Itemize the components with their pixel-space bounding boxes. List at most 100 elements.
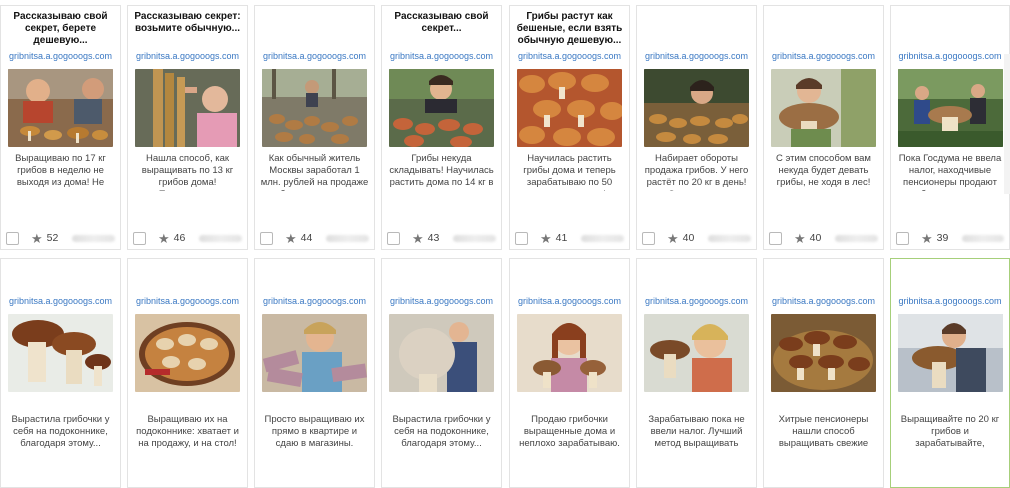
card-description[interactable]: Выращиваю их на подоконнике: хватает и н… <box>128 392 247 450</box>
card-description[interactable]: Зарабатываю пока не ввели налог. Лучший … <box>637 392 756 450</box>
card-domain[interactable]: gribnitsa.a.gogooogs.com <box>637 49 756 63</box>
card-description[interactable]: Вырастила грибочки у себя на подоконнике… <box>382 392 501 450</box>
blurred-text <box>453 234 496 242</box>
card-image[interactable] <box>517 314 622 392</box>
teaser-card[interactable]: gribnitsa.a.gogooogs.com Зарабатываю пок… <box>636 258 757 488</box>
card-domain[interactable]: gribnitsa.a.gogooogs.com <box>891 49 1009 63</box>
card-image[interactable] <box>8 314 113 392</box>
teaser-card[interactable]: gribnitsa.a.gogooogs.com Вырастила грибо… <box>0 258 121 488</box>
card-description[interactable]: Выращивайте по 20 кг грибов и зарабатыва… <box>891 392 1009 450</box>
card-domain[interactable]: gribnitsa.a.gogooogs.com <box>128 49 247 63</box>
rating-value: 41 <box>555 232 568 244</box>
card-domain[interactable]: gribnitsa.a.gogooogs.com <box>764 294 883 308</box>
select-checkbox[interactable] <box>769 231 782 245</box>
select-checkbox[interactable] <box>515 231 528 245</box>
card-title[interactable] <box>764 6 883 49</box>
card-domain[interactable]: gribnitsa.a.gogooogs.com <box>764 49 883 63</box>
card-image[interactable] <box>135 69 240 147</box>
teaser-card[interactable]: gribnitsa.a.gogooogs.com Выращивайте по … <box>890 258 1010 488</box>
card-image[interactable] <box>262 69 367 147</box>
card-image[interactable] <box>135 314 240 392</box>
card-title[interactable]: Рассказываю свой секрет, берете дешевую.… <box>1 6 120 49</box>
card-description[interactable]: Продаю грибочки выращенные дома и неплох… <box>510 392 629 450</box>
select-checkbox[interactable] <box>642 231 655 245</box>
star-icon: ★ <box>667 230 679 246</box>
card-description[interactable]: Хитрые пенсионеры нашли способ выращиват… <box>764 392 883 450</box>
scrollbar[interactable] <box>1004 54 1010 194</box>
card-title[interactable]: Грибы растут как бешеные, если взять обы… <box>510 6 629 49</box>
rating-value: 43 <box>427 232 440 244</box>
card-domain[interactable]: gribnitsa.a.gogooogs.com <box>510 49 629 63</box>
card-description[interactable]: Выращиваю по 17 кг грибов в неделю не вы… <box>1 147 120 191</box>
rating-value: 46 <box>173 232 186 244</box>
card-title[interactable] <box>1 259 120 294</box>
card-description[interactable]: Научилась растить грибы дома и теперь за… <box>510 147 629 191</box>
card-image[interactable] <box>644 69 749 147</box>
card-title[interactable] <box>510 259 629 294</box>
card-title[interactable] <box>637 6 756 49</box>
card-domain[interactable]: gribnitsa.a.gogooogs.com <box>255 294 374 308</box>
teaser-card[interactable]: gribnitsa.a.gogooogs.com Набирает оборот… <box>636 5 757 250</box>
card-domain[interactable]: gribnitsa.a.gogooogs.com <box>1 294 120 308</box>
card-title[interactable]: Рассказываю секрет: возьмите обычную... <box>128 6 247 49</box>
card-title[interactable] <box>255 6 374 49</box>
select-checkbox[interactable] <box>260 231 273 245</box>
card-title[interactable] <box>764 259 883 294</box>
blurred-text <box>199 234 242 242</box>
teaser-card[interactable]: gribnitsa.a.gogooogs.com Как обычный жит… <box>254 5 375 250</box>
card-title[interactable] <box>128 259 247 294</box>
card-image[interactable] <box>771 314 876 392</box>
card-description[interactable]: Как обычный житель Москвы заработал 1 мл… <box>255 147 374 191</box>
card-image[interactable] <box>389 314 494 392</box>
card-image[interactable] <box>644 314 749 392</box>
card-description[interactable]: Грибы некуда складывать! Научилась расти… <box>382 147 501 191</box>
select-checkbox[interactable] <box>6 231 19 245</box>
teaser-card[interactable]: Рассказываю секрет: возьмите обычную... … <box>127 5 248 250</box>
card-domain[interactable]: gribnitsa.a.gogooogs.com <box>510 294 629 308</box>
card-domain[interactable]: gribnitsa.a.gogooogs.com <box>128 294 247 308</box>
teaser-card[interactable]: Рассказываю свой секрет, берете дешевую.… <box>0 5 121 250</box>
card-domain[interactable]: gribnitsa.a.gogooogs.com <box>382 294 501 308</box>
teaser-card[interactable]: gribnitsa.a.gogooogs.com Хитрые пенсионе… <box>763 258 884 488</box>
teaser-card[interactable]: gribnitsa.a.gogooogs.com Просто выращива… <box>254 258 375 488</box>
card-domain[interactable]: gribnitsa.a.gogooogs.com <box>255 49 374 63</box>
card-image[interactable] <box>517 69 622 147</box>
teaser-card[interactable]: gribnitsa.a.gogooogs.com С этим способом… <box>763 5 884 250</box>
blurred-text <box>72 234 115 242</box>
card-footer: ★ 39 <box>891 228 1009 248</box>
card-image[interactable] <box>262 314 367 392</box>
card-description[interactable]: Пока Госдума не ввела налог, находчивые … <box>891 147 1009 191</box>
card-domain[interactable]: gribnitsa.a.gogooogs.com <box>637 294 756 308</box>
card-description[interactable]: Набирает обороты продажа грибов. У него … <box>637 147 756 191</box>
teaser-card[interactable]: gribnitsa.a.gogooogs.com Пока Госдума не… <box>890 5 1010 250</box>
teaser-card[interactable]: gribnitsa.a.gogooogs.com Выращиваю их на… <box>127 258 248 488</box>
select-checkbox[interactable] <box>387 231 400 245</box>
blurred-text <box>708 234 751 242</box>
card-domain[interactable]: gribnitsa.a.gogooogs.com <box>891 294 1009 308</box>
select-checkbox[interactable] <box>896 231 909 245</box>
card-title[interactable] <box>891 259 1009 294</box>
card-image[interactable] <box>389 69 494 147</box>
card-description[interactable]: Просто выращиваю их прямо в квартире и с… <box>255 392 374 450</box>
card-image[interactable] <box>897 69 1003 147</box>
card-image[interactable] <box>8 69 113 147</box>
card-title[interactable] <box>382 259 501 294</box>
teaser-card[interactable]: gribnitsa.a.gogooogs.com Продаю грибочки… <box>509 258 630 488</box>
card-image[interactable] <box>897 314 1003 392</box>
select-checkbox[interactable] <box>133 231 146 245</box>
teaser-card[interactable]: gribnitsa.a.gogooogs.com Вырастила грибо… <box>381 258 502 488</box>
card-title[interactable]: Рассказываю свой секрет... <box>382 6 501 49</box>
rating-value: 40 <box>809 232 822 244</box>
teaser-card[interactable]: Рассказываю свой секрет... gribnitsa.a.g… <box>381 5 502 250</box>
card-image[interactable] <box>771 69 876 147</box>
card-title[interactable] <box>891 6 1009 49</box>
card-title[interactable] <box>255 259 374 294</box>
card-description[interactable]: С этим способом вам некуда будет девать … <box>764 147 883 191</box>
teaser-grid: Рассказываю свой секрет, берете дешевую.… <box>0 0 1010 488</box>
card-domain[interactable]: gribnitsa.a.gogooogs.com <box>1 49 120 63</box>
card-description[interactable]: Вырастила грибочки у себя на подоконнике… <box>1 392 120 450</box>
teaser-card[interactable]: Грибы растут как бешеные, если взять обы… <box>509 5 630 250</box>
card-description[interactable]: Нашла способ, как выращивать по 13 кг гр… <box>128 147 247 191</box>
card-title[interactable] <box>637 259 756 294</box>
card-domain[interactable]: gribnitsa.a.gogooogs.com <box>382 49 501 63</box>
